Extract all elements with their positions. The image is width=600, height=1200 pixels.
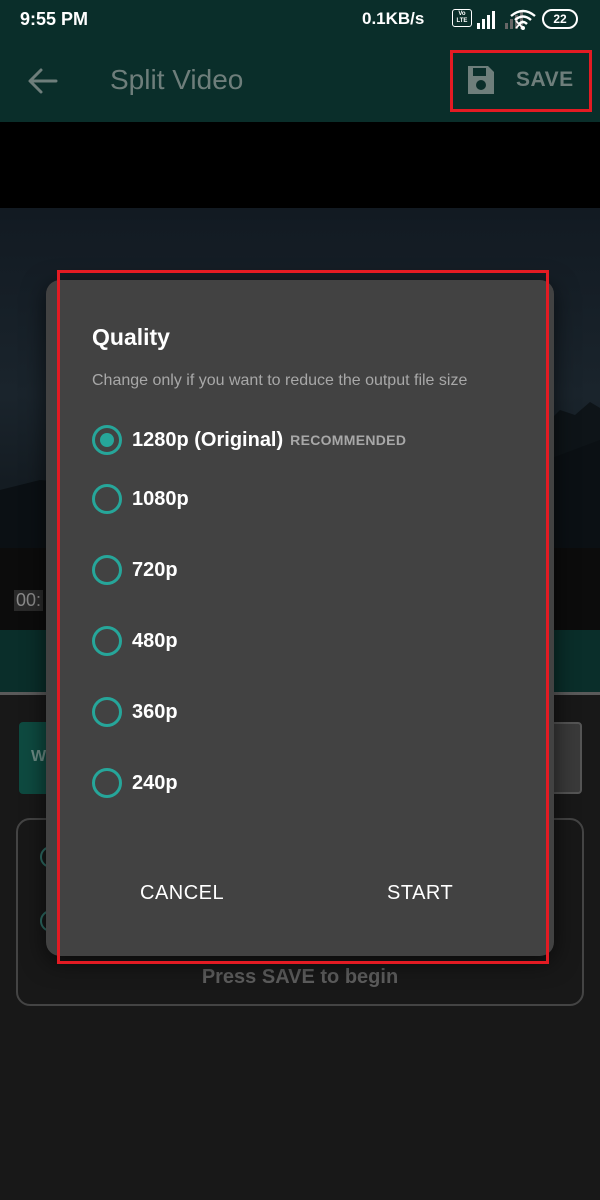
status-bar: 9:55 PM 0.1KB/s Vo LTE 22 [0, 0, 600, 40]
dialog-title: Quality [92, 324, 170, 350]
dialog-subtitle: Change only if you want to reduce the ou… [92, 372, 468, 389]
radio-button[interactable] [92, 425, 122, 455]
video-top-band [0, 122, 600, 208]
battery-icon: 22 [542, 9, 578, 29]
radio-button[interactable] [92, 626, 122, 656]
signal-icon [477, 11, 495, 29]
quality-option-360p[interactable]: 360p [92, 696, 178, 728]
option-label: 1280p (Original) [132, 428, 284, 451]
option-label: 480p [132, 629, 178, 652]
quality-option-720p[interactable]: 720p [92, 554, 178, 586]
network-speed: 0.1KB/s [362, 9, 425, 28]
quality-option-240p[interactable]: 240p [92, 767, 178, 799]
option-label: 240p [132, 771, 178, 794]
mode-button-label: W [31, 748, 47, 765]
radio-button[interactable] [92, 768, 122, 798]
radio-button[interactable] [92, 697, 122, 727]
option-label: 720p [132, 558, 178, 581]
wifi-icon [510, 9, 536, 30]
radio-button[interactable] [92, 484, 122, 514]
start-button[interactable]: START [387, 882, 453, 905]
volte-icon: Vo LTE [452, 9, 472, 27]
quality-option-480p[interactable]: 480p [92, 625, 178, 657]
option-label: 360p [132, 700, 178, 723]
recommended-badge: RECOMMENDED [290, 432, 407, 448]
back-arrow-icon[interactable] [26, 64, 60, 98]
cancel-button[interactable]: CANCEL [140, 882, 224, 905]
press-save-hint: Press SAVE to begin [201, 966, 399, 988]
video-time-label: 00: [14, 590, 44, 611]
option-label: 1080p [132, 487, 189, 510]
status-time: 9:55 PM [20, 9, 89, 29]
save-highlight-box [450, 50, 592, 112]
page-title: Split Video [110, 64, 244, 95]
quality-option-1080p[interactable]: 1080p [92, 483, 189, 515]
radio-button[interactable] [92, 555, 122, 585]
quality-option-1280p[interactable]: 1280p (Original) RECOMMENDED [92, 424, 406, 456]
